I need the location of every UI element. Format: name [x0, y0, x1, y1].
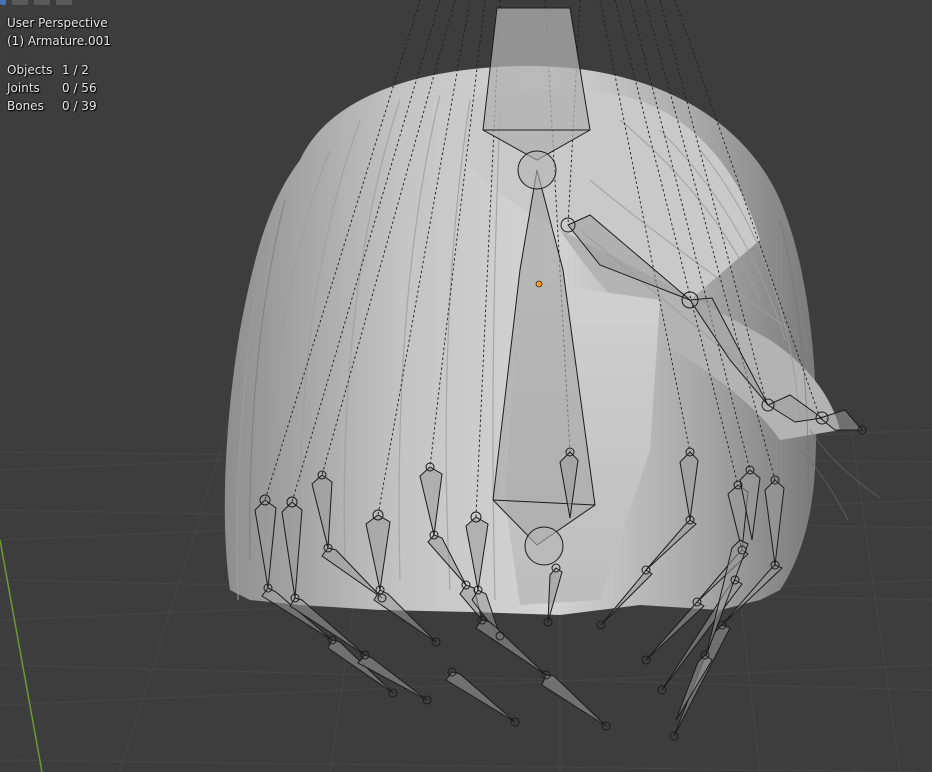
view-name: User Perspective	[7, 16, 108, 30]
stat-bones: Bones 0 / 39	[7, 97, 111, 115]
stat-label: Objects	[7, 63, 53, 77]
y-axis-line	[0, 539, 43, 772]
stat-label: Joints	[7, 81, 40, 95]
object-origin-icon	[535, 280, 543, 288]
stat-value: 0 / 39	[62, 99, 97, 113]
scene-render[interactable]	[0, 0, 932, 772]
stat-value: 0 / 56	[62, 81, 97, 95]
stat-value: 1 / 2	[62, 63, 89, 77]
stat-joints: Joints 0 / 56	[7, 79, 111, 97]
viewport-info-overlay: User Perspective (1) Armature.001 Object…	[7, 14, 111, 115]
bone-root	[482, 7, 591, 161]
stat-objects: Objects 1 / 2	[7, 61, 111, 79]
3d-viewport[interactable]: User Perspective (1) Armature.001 Object…	[0, 0, 932, 772]
stat-label: Bones	[7, 99, 44, 113]
active-object-name: (1) Armature.001	[7, 34, 111, 48]
